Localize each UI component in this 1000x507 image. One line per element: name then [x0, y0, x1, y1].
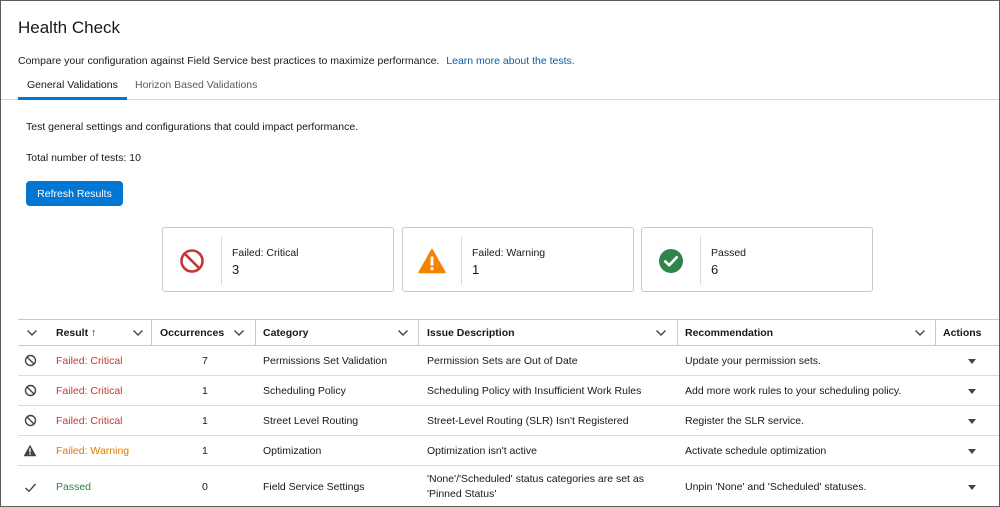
page-subtitle: Compare your configuration against Field…	[18, 55, 575, 67]
total-tests: Total number of tests: 10	[26, 152, 141, 164]
chevron-down-icon	[133, 330, 143, 336]
table-row: Failed: Critical 1 Street Level Routing …	[18, 406, 999, 436]
prohibited-icon	[24, 414, 37, 427]
header-occurrences[interactable]: Occurrences	[160, 320, 224, 346]
row-recommendation: Register the SLR service.	[685, 414, 805, 427]
table-header: Result ↑ Occurrences Category Issue Desc…	[18, 319, 999, 346]
prohibited-icon	[24, 384, 37, 397]
table-row: Passed 0 Field Service Settings 'None'/'…	[18, 466, 999, 506]
prohibited-icon	[24, 354, 37, 367]
row-recommendation: Add more work rules to your scheduling p…	[685, 384, 902, 397]
issue-column-menu[interactable]	[655, 320, 667, 346]
row-action-menu[interactable]	[965, 384, 979, 398]
health-check-page: Health Check Compare your configuration …	[0, 0, 1000, 507]
row-action-menu[interactable]	[965, 444, 979, 458]
summary-card-passed: Passed 6	[641, 227, 873, 292]
row-occurrences: 1	[202, 444, 208, 457]
row-occurrences: 1	[202, 384, 208, 397]
chevron-down-icon	[656, 330, 666, 336]
row-recommendation: Activate schedule optimization	[685, 444, 827, 457]
recommendation-column-menu[interactable]	[914, 320, 926, 346]
row-recommendation: Unpin 'None' and 'Scheduled' statuses.	[685, 481, 867, 493]
row-action-menu[interactable]	[965, 480, 979, 494]
chevron-down-icon	[234, 330, 244, 336]
caret-down-icon	[968, 388, 976, 394]
caret-down-icon	[968, 418, 976, 424]
summary-label: Passed	[711, 247, 747, 259]
row-recommendation: Update your permission sets.	[685, 354, 821, 367]
warning-icon	[23, 444, 37, 457]
prohibited-icon	[180, 248, 204, 273]
category-column-menu[interactable]	[397, 320, 409, 346]
summary-count: 1	[472, 262, 480, 277]
row-issue: 'None'/'Scheduled' status categories are…	[427, 466, 644, 506]
row-category: Field Service Settings	[263, 481, 365, 493]
caret-down-icon	[968, 448, 976, 454]
row-issue: Permission Sets are Out of Date	[427, 354, 578, 367]
check-icon	[25, 483, 37, 492]
intro-text: Test general settings and configurations…	[26, 121, 359, 133]
row-result: Passed	[56, 481, 92, 493]
subtitle-text: Compare your configuration against Field…	[18, 55, 440, 67]
chevron-down-icon	[398, 330, 408, 336]
header-category[interactable]: Category	[263, 320, 309, 346]
row-result: Failed: Warning	[56, 444, 130, 457]
tab-horizon-based-validations[interactable]: Horizon Based Validations	[135, 79, 257, 100]
row-issue: Scheduling Policy with Insufficient Work…	[427, 384, 642, 397]
row-issue-line: 'Pinned Status'	[427, 488, 497, 500]
row-category: Scheduling Policy	[263, 384, 346, 397]
refresh-results-button[interactable]: Refresh Results	[26, 181, 123, 206]
row-action-menu[interactable]	[965, 414, 979, 428]
caret-down-icon	[968, 358, 976, 364]
occurrences-column-menu[interactable]	[233, 320, 245, 346]
row-action-menu[interactable]	[965, 354, 979, 368]
table-row: Failed: Warning 1 Optimization Optimizat…	[18, 436, 999, 466]
summary-count: 6	[711, 262, 719, 277]
row-category: Permissions Set Validation	[263, 354, 388, 367]
row-occurrences: 7	[202, 354, 208, 367]
row-result: Failed: Critical	[56, 414, 123, 427]
summary-card-warning: Failed: Warning 1	[402, 227, 634, 292]
row-occurrences: 0	[202, 481, 208, 493]
row-result: Failed: Critical	[56, 354, 123, 367]
chevron-down-icon	[27, 330, 37, 336]
summary-card-critical: Failed: Critical 3	[162, 227, 394, 292]
warning-icon	[418, 248, 446, 273]
result-column-menu[interactable]	[132, 320, 144, 346]
table-row: Failed: Critical 7 Permissions Set Valid…	[18, 346, 999, 376]
row-issue: Optimization isn't active	[427, 444, 537, 457]
row-category: Street Level Routing	[263, 414, 359, 427]
summary-label: Failed: Critical	[232, 247, 299, 259]
header-result[interactable]: Result ↑	[56, 320, 96, 346]
summary-label: Failed: Warning	[472, 247, 546, 259]
tab-general-validations[interactable]: General Validations	[18, 79, 127, 100]
row-occurrences: 1	[202, 414, 208, 427]
header-issue-description[interactable]: Issue Description	[427, 320, 515, 346]
check-circle-icon	[659, 248, 683, 273]
caret-down-icon	[968, 484, 976, 490]
row-issue-line: 'None'/'Scheduled' status categories are…	[427, 473, 644, 485]
select-all-chevron[interactable]	[26, 320, 38, 346]
summary-count: 3	[232, 262, 240, 277]
header-recommendation[interactable]: Recommendation	[685, 320, 773, 346]
row-category: Optimization	[263, 444, 322, 457]
row-issue: Street-Level Routing (SLR) Isn't Registe…	[427, 414, 629, 427]
table-row: Failed: Critical 1 Scheduling Policy Sch…	[18, 376, 999, 406]
page-title: Health Check	[18, 18, 121, 37]
header-actions: Actions	[943, 327, 982, 339]
learn-more-link[interactable]: Learn more about the tests.	[446, 55, 574, 67]
row-result: Failed: Critical	[56, 384, 123, 397]
chevron-down-icon	[915, 330, 925, 336]
tab-bar: General Validations Horizon Based Valida…	[1, 73, 999, 100]
